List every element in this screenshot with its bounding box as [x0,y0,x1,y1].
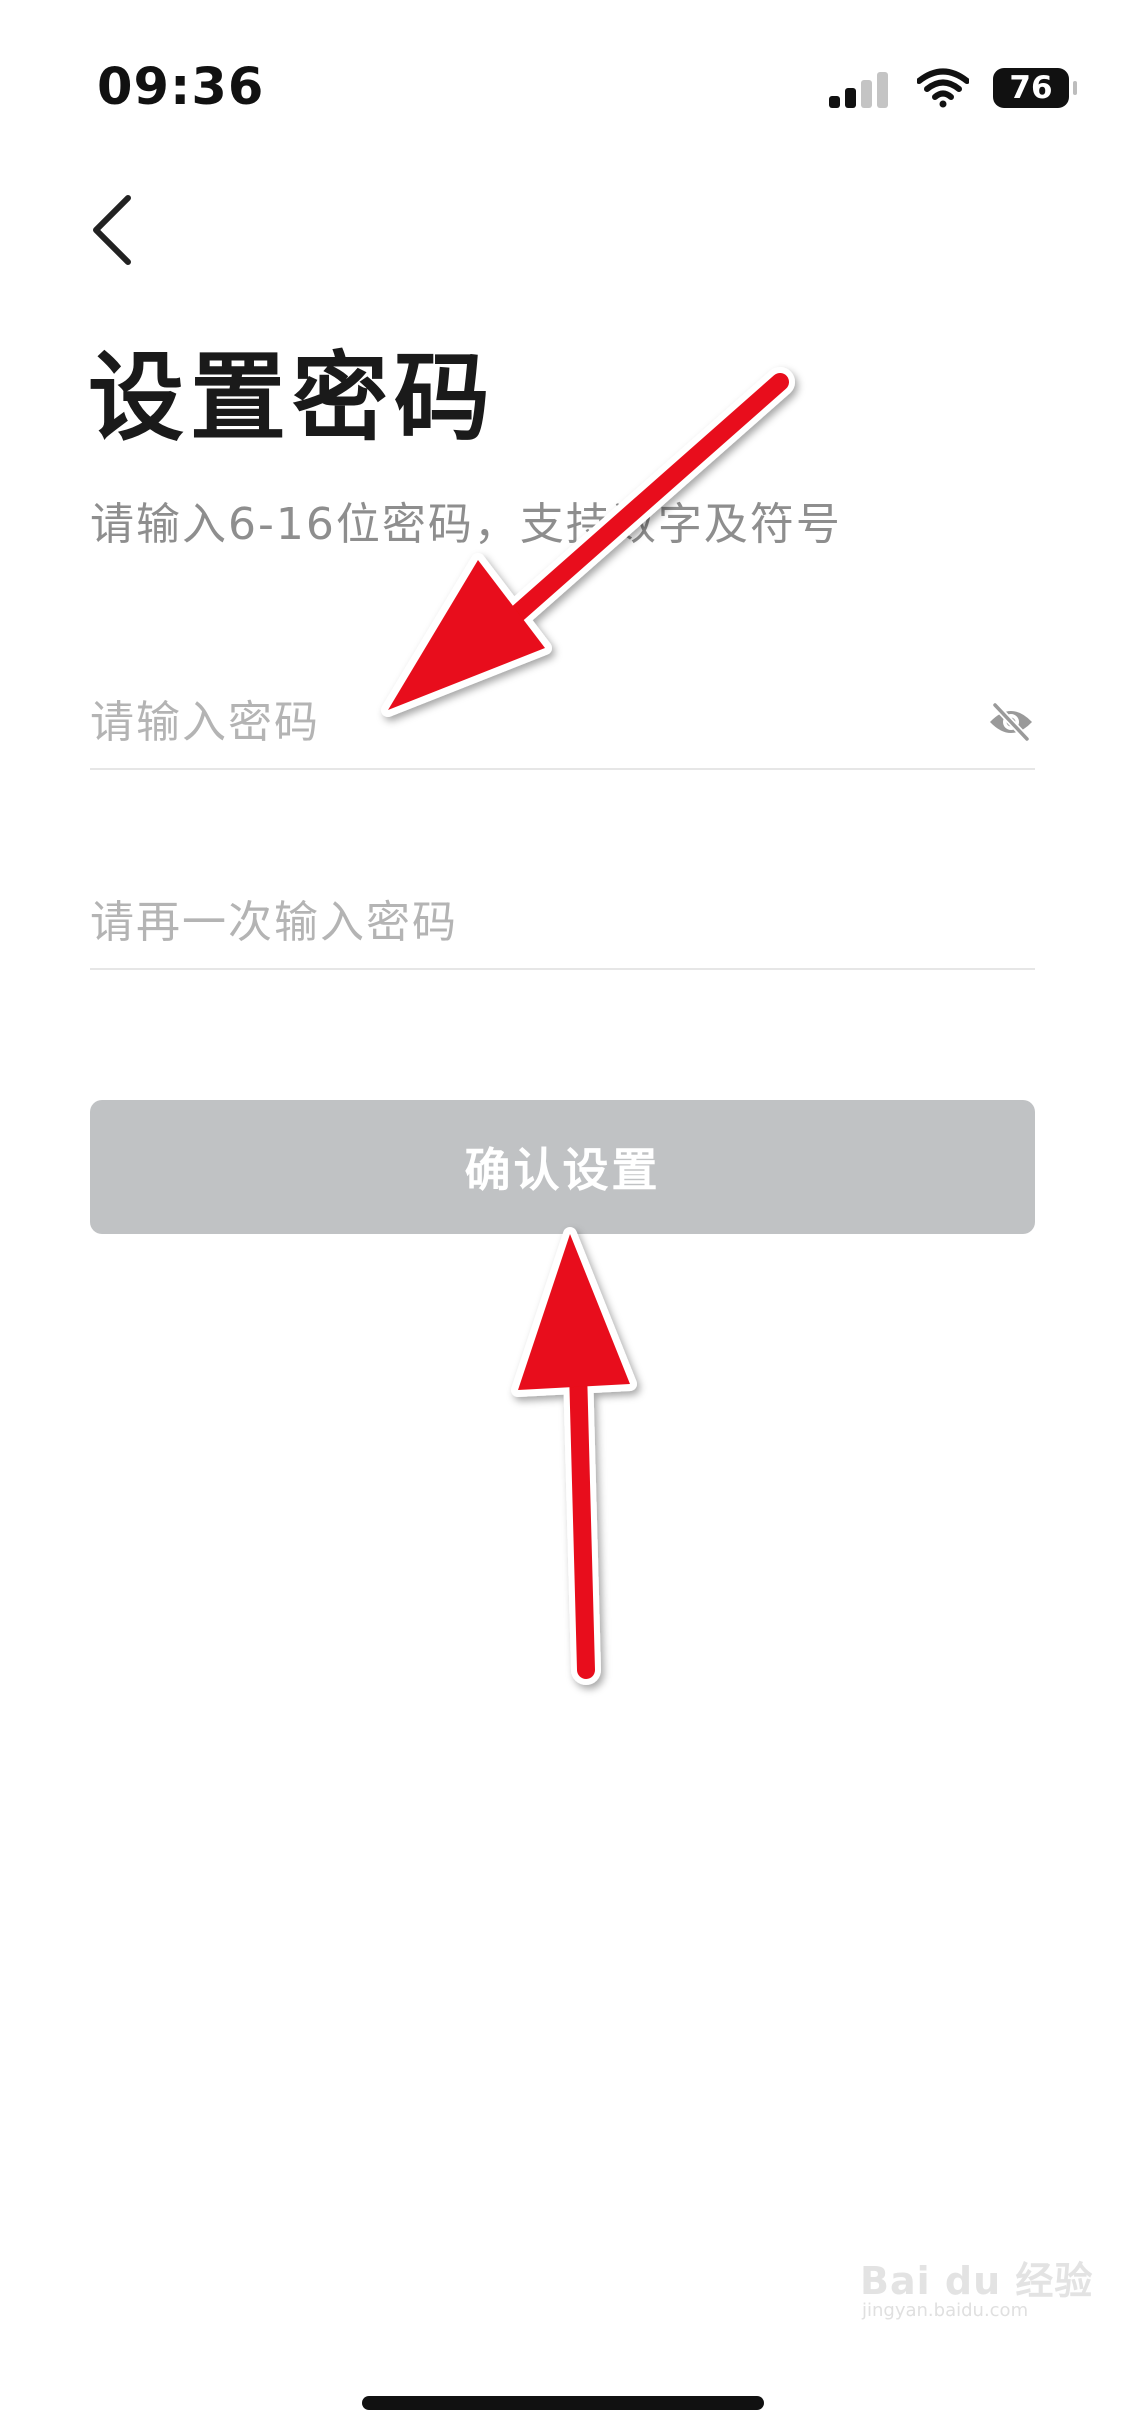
page-title: 设置密码 [88,342,496,454]
set-password-screen: 09:36 76 设置密码 请输入6-16位密码，支持数字及符号 确认设置 Ba… [0,0,1125,2436]
confirm-password-field [90,878,1035,970]
confirm-settings-button[interactable]: 确认设置 [90,1100,1035,1234]
page-subtitle: 请输入6-16位密码，支持数字及符号 [90,499,842,550]
status-time: 09:36 [97,58,265,117]
status-icons: 76 [829,66,1077,110]
baidu-watermark-url: jingyan.baidu.com [862,2300,1029,2321]
eye-hidden-icon[interactable] [987,700,1035,744]
chevron-left-icon[interactable] [82,190,152,270]
arrow-to-confirm-button [511,1227,637,1685]
password-field [90,678,1035,770]
password-input[interactable] [90,678,950,766]
battery-icon: 76 [993,68,1077,108]
home-indicator[interactable] [362,2396,764,2410]
cellular-signal-icon [829,68,893,108]
battery-level: 76 [1009,70,1053,106]
wifi-icon [917,68,969,108]
baidu-watermark: Bai du 经验 [860,2259,1094,2303]
confirm-password-input[interactable] [90,878,950,966]
